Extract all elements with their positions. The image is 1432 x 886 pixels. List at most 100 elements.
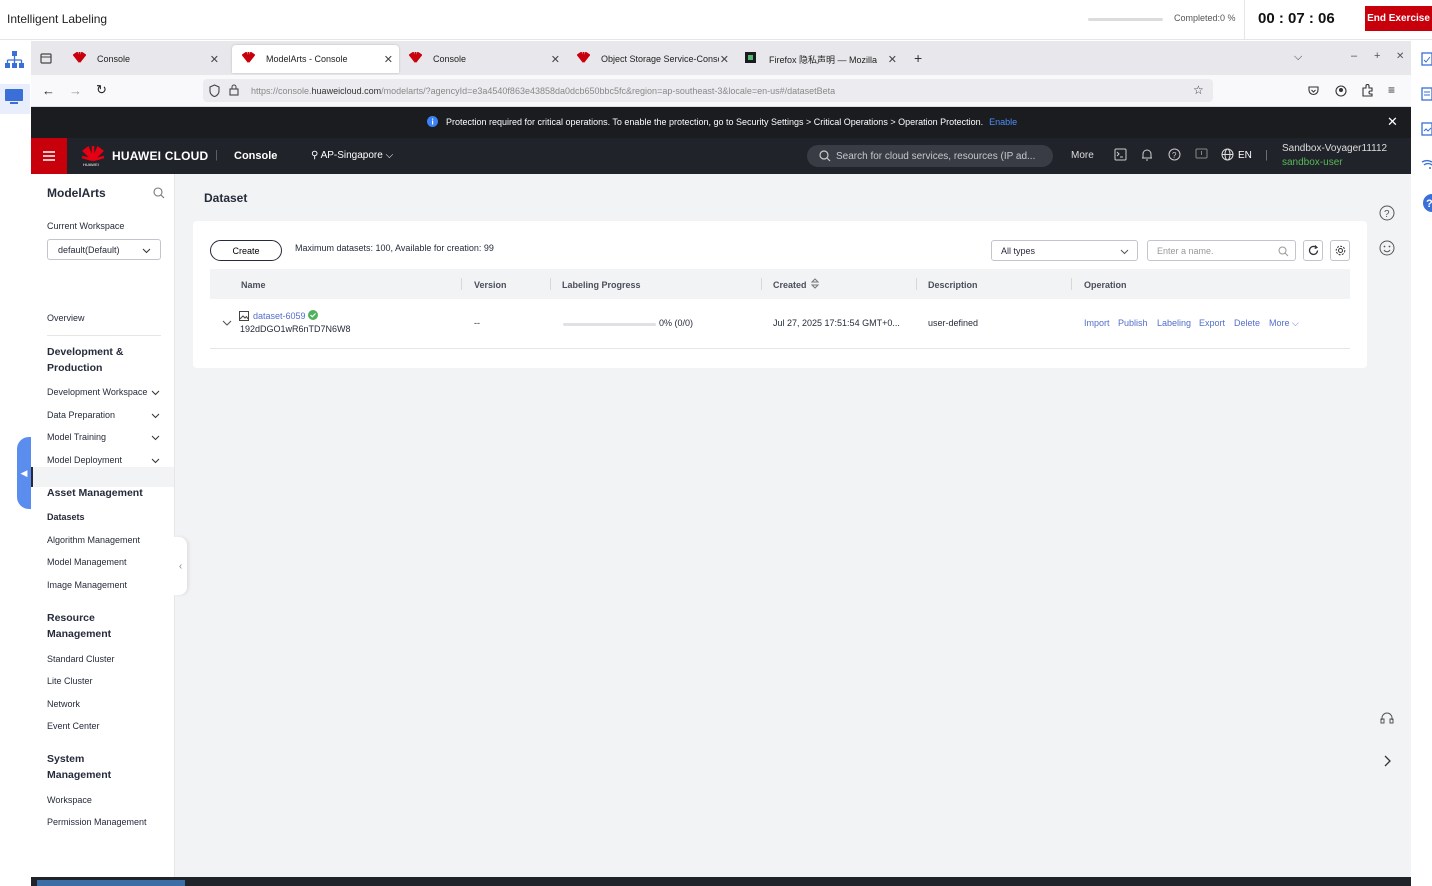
sidebar-item-datasets[interactable]: Datasets: [47, 512, 85, 522]
bell-icon[interactable]: [1141, 148, 1153, 161]
browser-tab[interactable]: Console ✕: [63, 45, 225, 73]
close-notice-icon[interactable]: ✕: [1387, 114, 1398, 130]
close-tab-icon[interactable]: ✕: [888, 53, 897, 66]
sidebar-item-image-management[interactable]: Image Management: [47, 580, 127, 590]
browser-tab[interactable]: Object Storage Service-Conso ✕: [567, 45, 735, 73]
delete-link[interactable]: Delete: [1234, 318, 1260, 328]
url-domain: huaweicloud.com: [311, 85, 382, 96]
sidebar-item-data-preparation[interactable]: Data Preparation: [47, 410, 115, 420]
console-header: HUAWEI HUAWEI CLOUD | Console ⚲ AP-Singa…: [31, 138, 1411, 174]
expand-row-icon[interactable]: [222, 319, 232, 327]
hamburger-menu-icon[interactable]: ≡: [1388, 83, 1395, 97]
export-link[interactable]: Export: [1199, 318, 1225, 328]
notice-text: Protection required for critical operati…: [446, 117, 984, 127]
close-tab-icon[interactable]: ✕: [720, 53, 729, 66]
sidebar-item-network[interactable]: Network: [47, 699, 80, 709]
document-icon[interactable]: [1421, 87, 1432, 101]
smiley-feedback-icon[interactable]: [1379, 240, 1395, 256]
dataset-version: --: [474, 318, 480, 328]
globe-icon[interactable]: [1221, 148, 1234, 161]
sort-icon[interactable]: [811, 278, 819, 289]
region-selector[interactable]: ⚲ AP-Singapore ⌵: [311, 150, 393, 161]
org-chart-icon[interactable]: [5, 51, 24, 69]
tab-overview-icon[interactable]: [40, 52, 52, 64]
terminal-icon[interactable]: [1114, 148, 1127, 161]
close-tab-icon[interactable]: ✕: [551, 53, 560, 66]
sidebar-item-workspace[interactable]: Workspace: [47, 795, 92, 805]
import-link[interactable]: Import: [1084, 318, 1110, 328]
service-menu-button[interactable]: [31, 138, 67, 174]
wifi-icon[interactable]: [1421, 157, 1432, 169]
column-divider: [761, 278, 762, 290]
new-tab-icon[interactable]: +: [914, 50, 922, 66]
sidebar-item-permission-management[interactable]: Permission Management: [47, 817, 147, 827]
huawei-cloud-logo[interactable]: HUAWEI: [81, 146, 105, 166]
user-name: Sandbox-Voyager11112: [1282, 143, 1388, 154]
help-icon[interactable]: ?: [1168, 148, 1181, 161]
browser-tab[interactable]: Firefox 隐私声明 — Mozilla ✕: [735, 45, 903, 73]
close-tab-icon[interactable]: ✕: [210, 53, 219, 66]
more-actions-link[interactable]: More ⌵: [1269, 318, 1299, 329]
create-dataset-button[interactable]: Create: [210, 240, 282, 261]
report-icon[interactable]: [1421, 122, 1432, 136]
maximize-icon[interactable]: +: [1374, 50, 1380, 62]
collapse-panel-tab[interactable]: ◀: [17, 437, 31, 509]
search-icon[interactable]: [153, 187, 165, 199]
sidebar-item-lite-cluster[interactable]: Lite Cluster: [47, 676, 93, 686]
headset-support-icon[interactable]: [1379, 711, 1395, 727]
sidebar-item-model-training[interactable]: Model Training: [47, 432, 106, 442]
sidebar-item-algorithm-management[interactable]: Algorithm Management: [47, 535, 140, 545]
pocket-icon[interactable]: [1308, 85, 1319, 96]
close-tab-icon[interactable]: ✕: [384, 53, 393, 66]
publish-link[interactable]: Publish: [1118, 318, 1148, 328]
check-list-icon[interactable]: [1421, 52, 1432, 66]
bookmark-star-icon[interactable]: ☆: [1193, 83, 1204, 97]
sidebar-item-model-deployment[interactable]: Model Deployment: [47, 455, 122, 465]
column-created[interactable]: Created: [773, 280, 807, 290]
sidebar-item-event-center[interactable]: Event Center: [47, 721, 100, 731]
chevron-down-icon: [1120, 249, 1129, 255]
end-exercise-button[interactable]: End Exercise: [1365, 6, 1432, 31]
labeling-link[interactable]: Labeling: [1157, 318, 1191, 328]
account-icon[interactable]: [1335, 85, 1347, 97]
language-selector[interactable]: EN: [1238, 150, 1252, 161]
sidebar-item-model-management[interactable]: Model Management: [47, 557, 127, 567]
name-search-input[interactable]: Enter a name.: [1147, 240, 1296, 261]
chevron-down-icon: [151, 435, 160, 441]
workspace-select[interactable]: default(Default): [47, 239, 161, 260]
console-link[interactable]: Console: [234, 150, 277, 162]
cloud-search-input[interactable]: Search for cloud services, resources (IP…: [807, 145, 1053, 167]
enable-protection-link[interactable]: Enable: [989, 117, 1017, 127]
name-search-placeholder: Enter a name.: [1157, 245, 1214, 256]
feedback-icon[interactable]: [1195, 148, 1208, 161]
desktop-tool[interactable]: [0, 84, 30, 114]
settings-button[interactable]: [1330, 240, 1350, 261]
more-menu[interactable]: More: [1071, 150, 1094, 161]
list-all-tabs-icon[interactable]: ⌵: [1294, 51, 1302, 64]
minimize-icon[interactable]: –: [1351, 50, 1357, 62]
sidebar-collapse-handle[interactable]: ‹: [174, 537, 187, 595]
extensions-icon[interactable]: [1361, 84, 1373, 97]
reload-icon[interactable]: ↻: [96, 82, 107, 98]
help-circle-icon[interactable]: ?: [1379, 205, 1395, 221]
svg-text:?: ?: [1384, 209, 1390, 220]
forward-arrow-icon[interactable]: →: [69, 83, 82, 98]
monitor-icon: [5, 89, 23, 105]
back-arrow-icon[interactable]: ←: [42, 83, 55, 98]
browser-tab[interactable]: Console ✕: [399, 45, 566, 73]
sidebar-item-overview[interactable]: Overview: [47, 313, 85, 323]
url-bar[interactable]: https://console. huaweicloud.com/modelart…: [203, 79, 1213, 102]
help-circle-icon[interactable]: ?: [1421, 194, 1432, 212]
sidebar-item-standard-cluster[interactable]: Standard Cluster: [47, 654, 115, 664]
sidebar-item-development-workspace[interactable]: Development Workspace: [47, 387, 147, 397]
refresh-button[interactable]: [1303, 240, 1323, 261]
close-window-icon[interactable]: ✕: [1396, 51, 1404, 62]
dataset-name-link[interactable]: dataset-6059: [253, 311, 306, 321]
type-filter-select[interactable]: All types: [991, 240, 1138, 261]
region-label: AP-Singapore: [320, 150, 383, 161]
user-account-menu[interactable]: Sandbox-Voyager11112 sandbox-user: [1282, 142, 1387, 170]
taskbar-active-item[interactable]: [37, 880, 185, 886]
chevron-right-icon[interactable]: [1383, 755, 1391, 767]
browser-tab-active[interactable]: ModelArts - Console ✕: [232, 45, 399, 73]
left-tool-rail: ◀: [0, 40, 31, 886]
